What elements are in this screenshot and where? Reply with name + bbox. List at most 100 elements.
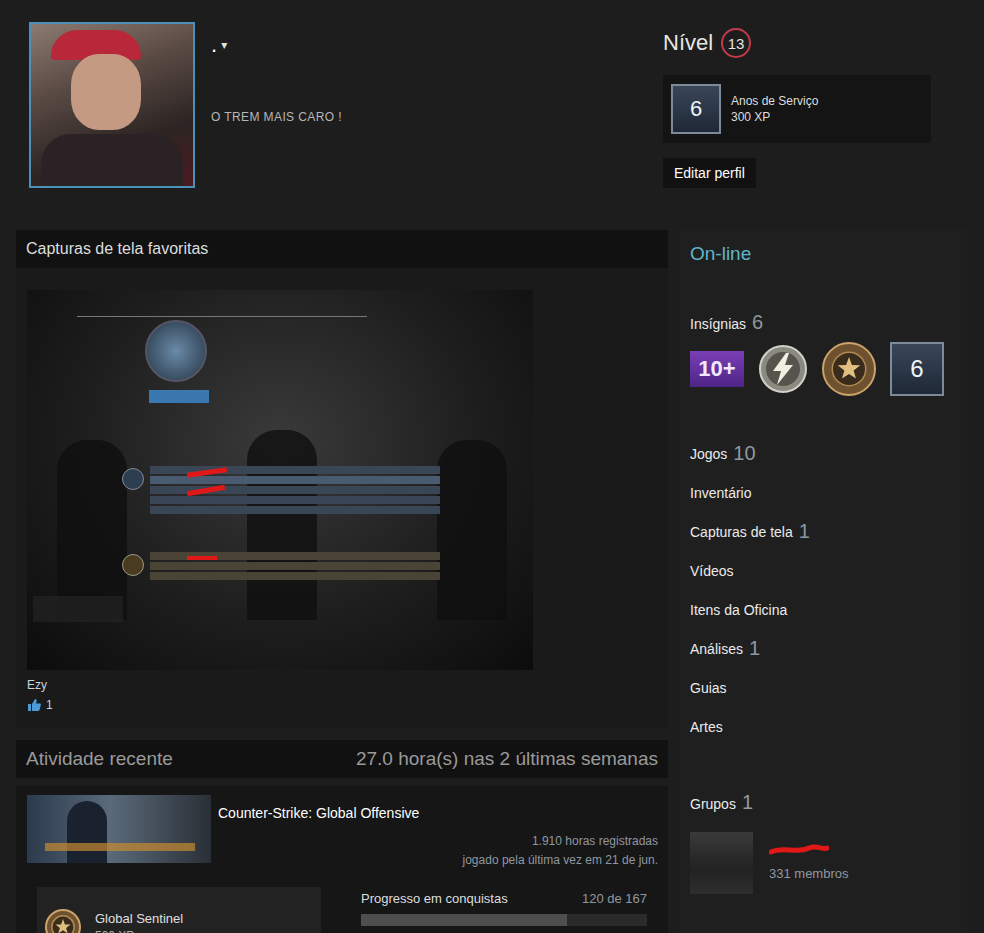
screenshot-row	[150, 572, 440, 580]
achievement-name: Global Sentinel	[95, 911, 183, 926]
group-meta: 331 membros	[769, 832, 848, 894]
group-avatar[interactable]	[690, 832, 753, 894]
game-panel: Counter-Strike: Global Offensive 1.910 ho…	[16, 786, 668, 933]
screenshot-row	[150, 476, 440, 484]
sidebar-link[interactable]: Vídeos	[690, 551, 957, 590]
profile-identity: .▾O TREM MAIS CARO !	[0, 22, 663, 230]
profile-name[interactable]: .▾	[211, 32, 342, 58]
screenshot-tab-line	[77, 316, 367, 317]
years-badge[interactable]: 6	[890, 342, 944, 396]
achievement-text: Global Sentinel 500 XP	[95, 911, 183, 933]
main-column: Capturas de tela favoritas Ezy 1 Atividade …	[16, 230, 668, 933]
screenshot-panel: Ezy 1	[16, 268, 668, 728]
avatar[interactable]	[29, 22, 195, 188]
level-circle: 13	[721, 28, 751, 58]
level-badge[interactable]: 10+	[690, 351, 744, 387]
capsule-band	[45, 843, 195, 851]
achievement-progress[interactable]: Progresso em conquistas120 de 167	[361, 887, 647, 933]
group-members: 331 membros	[769, 866, 848, 881]
link-label[interactable]: Vídeos	[690, 563, 734, 579]
badges-label[interactable]: Insígnias	[690, 312, 746, 336]
achievement-row: Global Sentinel 500 XP Progresso em conqui…	[27, 887, 658, 933]
profile-level-area: Nível 136 Anos de Serviço300 XP Editar perf…	[663, 22, 931, 230]
game-row: Counter-Strike: Global Offensive 1.910 ho…	[27, 795, 658, 870]
profile-sidebar: On-lineInsígnias610+6Jogos10InventárioCa…	[680, 230, 967, 933]
screenshot-row	[150, 562, 440, 570]
link-count[interactable]: 1	[799, 520, 810, 543]
link-count[interactable]: 10	[733, 442, 755, 465]
badge-row: 10+ 6	[690, 342, 957, 396]
link-label[interactable]: Artes	[690, 719, 723, 735]
favorite-screenshot[interactable]	[27, 290, 533, 670]
game-hours: 1.910 horas registradasjogado pela últim…	[218, 832, 658, 870]
game-capsule[interactable]	[27, 795, 211, 863]
group-item[interactable]: 331 membros	[690, 832, 957, 894]
name-column: .▾O TREM MAIS CARO !	[211, 22, 342, 230]
cs-emblem-icon[interactable]	[822, 342, 876, 396]
groups-count[interactable]: 1	[742, 790, 753, 814]
level-row: Nível 13	[663, 28, 931, 58]
avatar-face	[71, 54, 141, 130]
edit-button-wrap: Editar perfil	[663, 143, 931, 188]
profile-content: Capturas de tela favoritas Ezy 1 Atividade …	[0, 230, 984, 933]
playtime-summary: 27.0 hora(s) nas 2 últimas semanas	[356, 740, 658, 778]
groups-section: Grupos1 331 membros	[690, 790, 957, 894]
persona-name[interactable]: .	[211, 32, 217, 58]
name-menu-icon[interactable]: ▾	[221, 38, 227, 52]
groups-link[interactable]: Grupos1	[690, 790, 957, 816]
screenshot-silhouette	[247, 430, 317, 620]
featured-achievement[interactable]: Global Sentinel 500 XP	[37, 887, 321, 933]
sidebar-link[interactable]: Inventário	[690, 473, 957, 512]
achievement-emblem-icon	[45, 909, 81, 933]
badges-link[interactable]: Insígnias6	[690, 310, 957, 336]
link-label[interactable]: Capturas de tela	[690, 524, 793, 540]
link-label[interactable]: Jogos	[690, 446, 727, 462]
section-title: Atividade recente	[26, 740, 173, 778]
achievement-xp: 500 XP	[95, 929, 183, 933]
link-label[interactable]: Itens da Oficina	[690, 602, 787, 618]
sidebar-link[interactable]: Itens da Oficina	[690, 590, 957, 629]
screenshot-silhouette	[57, 440, 127, 620]
lightning-coin-icon[interactable]	[758, 344, 808, 394]
screenshot-ct-score	[122, 468, 144, 490]
featured-badge[interactable]: 6 Anos de Serviço300 XP	[663, 75, 931, 143]
screenshot-chat	[33, 596, 123, 622]
edit-profile-button[interactable]: Editar perfil	[663, 158, 756, 188]
redacted-name-icon	[769, 842, 829, 858]
badge-xp: 300 XP	[731, 109, 818, 125]
years-badge-icon: 6	[671, 84, 721, 134]
progress-track	[361, 914, 647, 926]
sidebar-link[interactable]: Jogos 10	[690, 434, 957, 473]
screenshot-row	[150, 506, 440, 514]
progress-header: Progresso em conquistas120 de 167	[361, 887, 647, 906]
link-label[interactable]: Inventário	[690, 485, 751, 501]
profile-summary: O TREM MAIS CARO !	[211, 110, 342, 124]
online-status: On-line	[690, 242, 957, 266]
likes-count: 1	[46, 698, 53, 712]
screenshot-rank-emblem	[145, 320, 207, 382]
last-played: jogado pela última vez em 21 de jun.	[218, 851, 658, 870]
screenshot-redaction	[187, 556, 217, 560]
section-title: Capturas de tela favoritas	[26, 230, 208, 268]
link-count[interactable]: 1	[749, 637, 760, 660]
link-label[interactable]: Análises	[690, 641, 743, 657]
sidebar-link[interactable]: Artes	[690, 707, 957, 746]
link-label[interactable]: Guias	[690, 680, 727, 696]
screenshot-row	[150, 496, 440, 504]
badges-count[interactable]: 6	[752, 310, 763, 334]
sidebar-link[interactable]: Guias	[690, 668, 957, 707]
screenshot-likes[interactable]: 1	[27, 698, 657, 712]
game-info: Counter-Strike: Global Offensive 1.910 ho…	[218, 795, 658, 870]
screenshot-button	[149, 390, 209, 403]
groups-label[interactable]: Grupos	[690, 792, 736, 816]
screenshot-silhouette	[437, 440, 507, 620]
game-name[interactable]: Counter-Strike: Global Offensive	[218, 795, 658, 821]
profile-header: .▾O TREM MAIS CARO !Nível136Anos de Serv…	[0, 0, 984, 230]
sidebar-link[interactable]: Análises 1	[690, 629, 957, 668]
level-label: Nível	[663, 30, 713, 56]
progress-fill	[361, 914, 567, 926]
sidebar-link[interactable]: Capturas de tela 1	[690, 512, 957, 551]
featured-badge-text: Anos de Serviço300 XP	[731, 93, 818, 125]
recent-activity-header: Atividade recente 27.0 hora(s) nas 2 últi…	[16, 740, 668, 778]
screenshot-caption: Ezy	[27, 678, 657, 692]
